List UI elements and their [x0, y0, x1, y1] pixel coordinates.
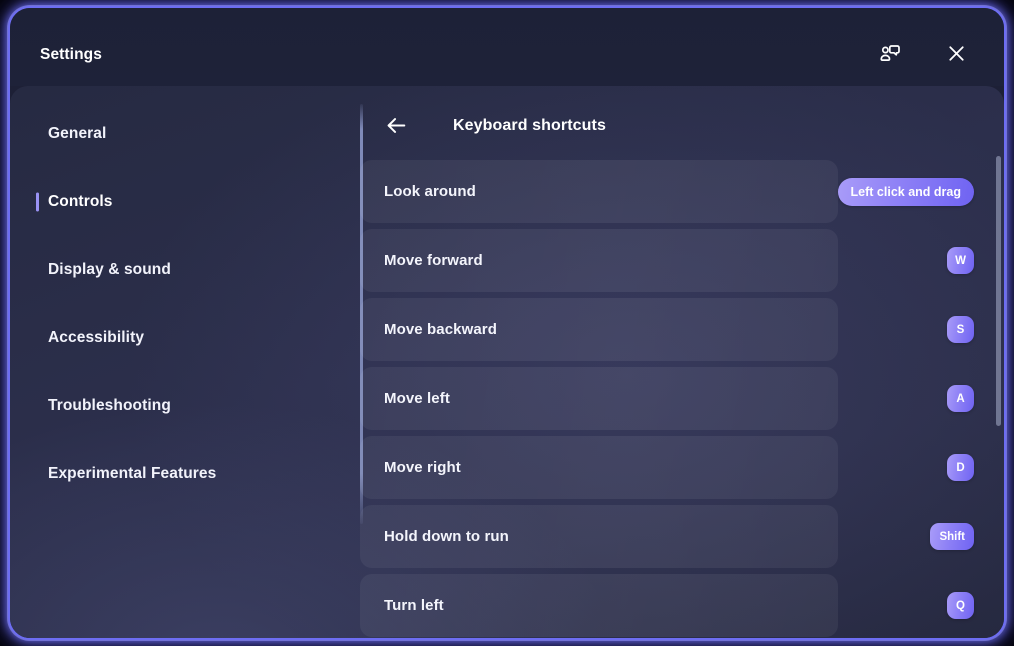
scrollbar-track[interactable] [996, 94, 1001, 634]
sidebar-item-general[interactable]: General [10, 100, 360, 168]
content-area: General Controls Display & sound Accessi… [10, 86, 1004, 638]
shortcut-action-label: Move left [384, 390, 450, 407]
active-indicator [36, 192, 39, 212]
shortcut-row: Move backward S [360, 298, 1004, 361]
shortcut-row: Hold down to run Shift [360, 505, 1004, 568]
sidebar-item-label: Accessibility [48, 329, 145, 346]
shortcut-action-label: Move backward [384, 321, 498, 338]
shortcut-row: Move right D [360, 436, 1004, 499]
shortcut-key-container: Left click and drag [837, 160, 974, 223]
keyboard-shortcuts-panel: Keyboard shortcuts Look around Left clic… [360, 86, 1004, 638]
shortcut-key-container: Shift [930, 505, 974, 568]
title-bar: Settings [10, 8, 1004, 86]
person-speech-bubble-icon [878, 42, 902, 71]
sidebar-item-troubleshooting[interactable]: Troubleshooting [10, 372, 360, 440]
panel-header: Keyboard shortcuts [360, 86, 1004, 154]
shortcut-action-label: Hold down to run [384, 528, 509, 545]
key-badge-d[interactable]: D [947, 454, 974, 481]
shortcut-action-hold-down-to-run[interactable]: Hold down to run [360, 505, 838, 568]
sidebar-item-display-and-sound[interactable]: Display & sound [10, 236, 360, 304]
key-badge-a[interactable]: A [947, 385, 974, 412]
sidebar-item-accessibility[interactable]: Accessibility [10, 304, 360, 372]
shortcut-key-container: S [947, 298, 974, 361]
shortcut-key-container: A [947, 367, 974, 430]
shortcut-action-label: Turn left [384, 597, 444, 614]
shortcut-key-container: W [947, 229, 974, 292]
window-title: Settings [40, 46, 102, 63]
feedback-button[interactable] [868, 34, 912, 78]
shortcut-action-label: Look around [384, 183, 476, 200]
scrollbar-thumb[interactable] [996, 156, 1001, 426]
shortcut-list: Look around Left click and drag Move for… [360, 160, 1004, 638]
back-button[interactable] [374, 106, 418, 150]
sidebar-item-label: Troubleshooting [48, 397, 171, 414]
key-badge-left-click-and-drag[interactable]: Left click and drag [837, 177, 974, 206]
shortcut-action-move-left[interactable]: Move left [360, 367, 838, 430]
sidebar-item-experimental-features[interactable]: Experimental Features [10, 440, 360, 508]
shortcut-action-label: Move forward [384, 252, 483, 269]
shortcut-row: Look around Left click and drag [360, 160, 1004, 223]
shortcut-row: Move forward W [360, 229, 1004, 292]
shortcut-key-container: D [947, 436, 974, 499]
shortcut-action-move-forward[interactable]: Move forward [360, 229, 838, 292]
shortcut-key-container: Q [947, 574, 974, 637]
close-button[interactable] [934, 34, 978, 78]
sidebar-item-label: Controls [48, 193, 113, 210]
shortcut-action-label: Move right [384, 459, 461, 476]
shortcut-row: Move left A [360, 367, 1004, 430]
shortcut-action-move-right[interactable]: Move right [360, 436, 838, 499]
sidebar-item-label: Display & sound [48, 261, 171, 278]
sidebar-item-label: General [48, 125, 107, 142]
key-badge-q[interactable]: Q [947, 592, 974, 619]
shortcut-action-move-backward[interactable]: Move backward [360, 298, 838, 361]
key-badge-s[interactable]: S [947, 316, 974, 343]
shortcut-action-turn-left[interactable]: Turn left [360, 574, 838, 637]
sidebar-item-label: Experimental Features [48, 465, 217, 482]
panel-title: Keyboard shortcuts [453, 117, 606, 134]
key-badge-shift[interactable]: Shift [930, 523, 974, 550]
settings-sidebar: General Controls Display & sound Accessi… [10, 86, 360, 638]
arrow-left-icon [384, 113, 409, 143]
shortcut-action-look-around[interactable]: Look around [360, 160, 838, 223]
sidebar-item-controls[interactable]: Controls [10, 168, 360, 236]
shortcut-row: Turn left Q [360, 574, 1004, 637]
close-icon [945, 42, 968, 70]
settings-window: Settings General Controls Display & soun… [8, 6, 1006, 640]
key-badge-w[interactable]: W [947, 247, 974, 274]
